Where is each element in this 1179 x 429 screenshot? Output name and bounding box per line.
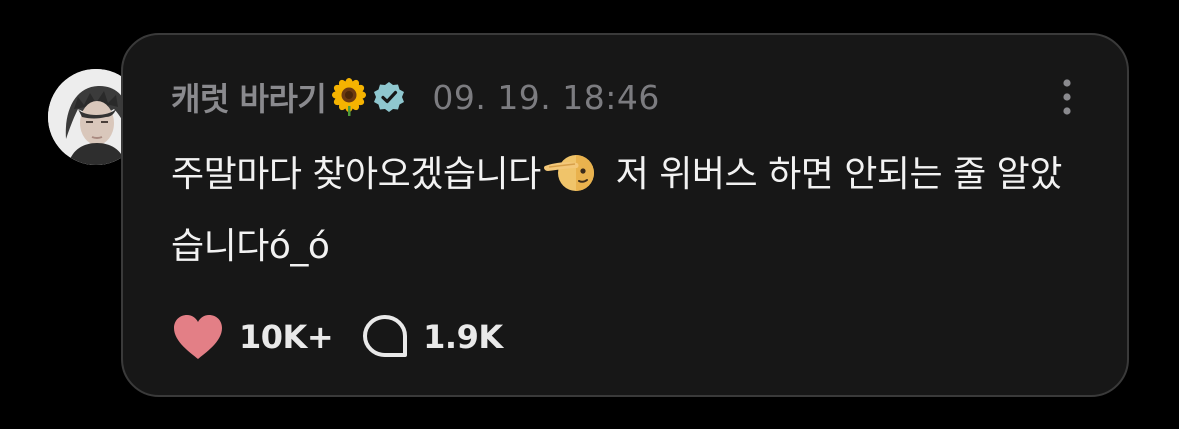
author-name[interactable]: 캐럿 바라기: [171, 74, 327, 120]
sunflower-icon: [332, 78, 367, 116]
like-button[interactable]: 10K+: [171, 312, 334, 362]
post-text-part1: 주말마다 찾아오겠습니다: [171, 154, 541, 195]
verified-badge-icon: [374, 82, 405, 112]
heart-icon: [174, 315, 222, 359]
comments-count: 1.9K: [423, 318, 503, 356]
comment-icon: [363, 315, 408, 357]
post-actions: 10K+ 1.9K: [171, 312, 503, 362]
comment-button[interactable]: 1.9K: [361, 314, 503, 360]
post-timestamp: 09. 19. 18:46: [432, 77, 660, 117]
more-options-icon[interactable]: [1059, 77, 1075, 117]
post-body: 주말마다 찾아오겠습니다 저 위버스 하면 안되는 줄 알았습니다ó_ó: [171, 139, 1091, 283]
likes-count: 10K+: [239, 318, 334, 356]
post-card[interactable]: 캐럿 바라기 09. 19. 18:46 주말마다 찾아오겠습니다 저 위버스 …: [121, 33, 1129, 397]
post-header: 캐럿 바라기 09. 19. 18:46: [171, 73, 660, 121]
saluting-face-icon: [543, 155, 594, 191]
